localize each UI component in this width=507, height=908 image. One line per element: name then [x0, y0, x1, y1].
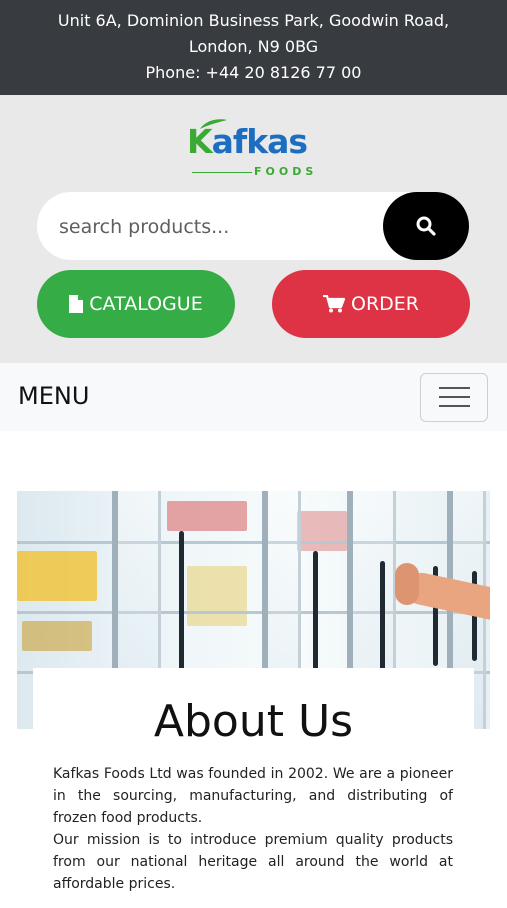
menu-label: MENU	[18, 382, 90, 410]
about-paragraph-2: Our mission is to introduce premium qual…	[53, 832, 453, 892]
freezer-shelf	[17, 541, 490, 544]
search-bar	[37, 192, 469, 262]
frozen-goods	[167, 501, 247, 531]
search-button[interactable]	[383, 192, 469, 260]
frozen-goods	[187, 566, 247, 626]
door-handle	[313, 551, 318, 671]
address-line-1: Unit 6A, Dominion Business Park, Goodwin…	[57, 11, 450, 30]
kafkas-logo[interactable]: Kafkas FOODS	[182, 119, 327, 182]
frozen-goods	[17, 551, 97, 601]
door-handle	[380, 561, 385, 671]
door-handle	[179, 531, 184, 671]
about-title: About Us	[153, 696, 354, 747]
address-line-2: London, N9 0BG	[188, 37, 319, 56]
navigation-bar: MENU	[0, 363, 507, 431]
phone-number[interactable]: Phone: +44 20 8126 77 00	[0, 60, 507, 86]
frozen-goods	[22, 621, 92, 651]
cart-icon	[323, 295, 345, 313]
search-icon	[416, 216, 436, 236]
hamburger-icon-line-3	[439, 405, 470, 407]
hamburger-icon	[439, 387, 470, 389]
site-header: Kafkas FOODS CATALOGUE ORDER	[0, 95, 507, 363]
frozen-goods	[297, 511, 347, 551]
logo-letter-k: K	[187, 122, 213, 161]
search-input[interactable]	[57, 192, 381, 262]
logo-divider	[192, 172, 252, 173]
logo-subtitle: FOODS	[254, 165, 318, 178]
hamburger-icon-line-2	[439, 396, 470, 398]
catalogue-button[interactable]: CATALOGUE	[37, 270, 235, 338]
menu-toggle-button[interactable]	[420, 373, 488, 422]
catalogue-label: CATALOGUE	[89, 293, 203, 315]
order-button[interactable]: ORDER	[272, 270, 470, 338]
about-paragraph-1: Kafkas Foods Ltd was founded in 2002. We…	[53, 766, 453, 826]
contact-bar: Unit 6A, Dominion Business Park, Goodwin…	[0, 0, 507, 95]
logo-wordmark: Kafkas	[187, 122, 308, 161]
about-text: Kafkas Foods Ltd was founded in 2002. We…	[53, 763, 453, 895]
about-section: About Us Kafkas Foods Ltd was founded in…	[33, 668, 474, 908]
logo-letters-rest: afkas	[211, 122, 308, 161]
file-icon	[69, 295, 84, 313]
order-label: ORDER	[351, 293, 419, 315]
freezer-shelf	[17, 611, 490, 614]
shopper-hand	[395, 563, 419, 605]
